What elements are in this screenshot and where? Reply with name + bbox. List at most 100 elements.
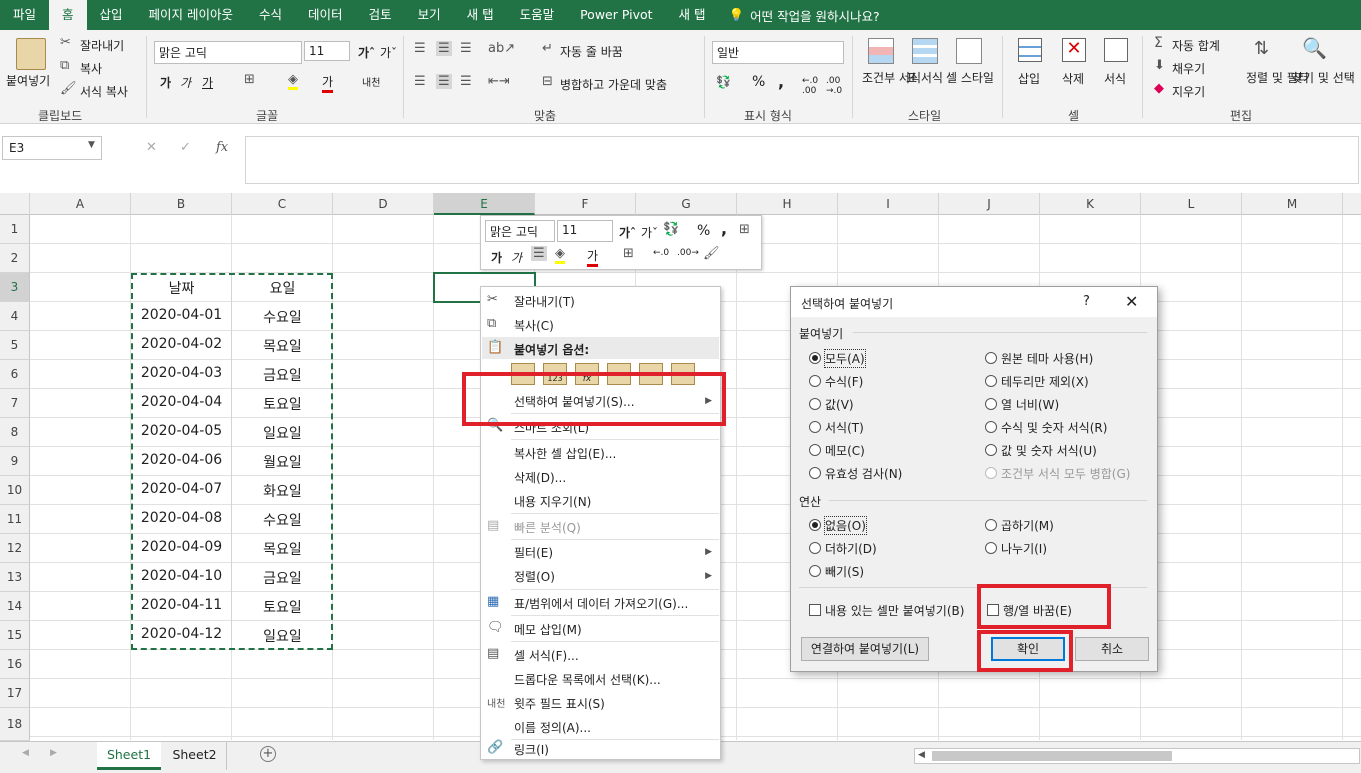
- radio-button[interactable]: [809, 542, 821, 554]
- column-header[interactable]: A: [30, 193, 131, 215]
- radio-label[interactable]: 유효성 검사(N): [825, 465, 902, 482]
- format-table-button[interactable]: 표 서식: [906, 70, 943, 86]
- scrollbar-thumb[interactable]: [932, 751, 1172, 761]
- table-cell-date[interactable]: 2020-04-03: [131, 365, 232, 381]
- table-cell-date[interactable]: 2020-04-05: [131, 423, 232, 439]
- radio-label[interactable]: 모두(A): [824, 349, 866, 368]
- table-cell-date[interactable]: 2020-04-12: [131, 626, 232, 642]
- radio-button[interactable]: [809, 398, 821, 410]
- menu-item-insert-copied[interactable]: 복사한 셀 삽입(E)...: [514, 445, 616, 462]
- mini-currency-icon[interactable]: 💱: [663, 222, 679, 237]
- table-cell-date[interactable]: 2020-04-10: [131, 568, 232, 584]
- radio-label[interactable]: 메모(C): [825, 442, 865, 459]
- percent-icon[interactable]: %: [752, 74, 765, 90]
- radio-button[interactable]: [985, 421, 997, 433]
- comma-icon[interactable]: ,: [778, 72, 784, 91]
- mini-increase-decimal-icon[interactable]: ←.0: [653, 248, 669, 258]
- column-header[interactable]: G: [636, 193, 737, 215]
- table-cell-weekday[interactable]: 일요일: [232, 626, 333, 646]
- align-bottom-icon[interactable]: ☰: [460, 41, 472, 56]
- insert-function-icon[interactable]: fx: [216, 140, 228, 155]
- mini-comma-icon[interactable]: ,: [721, 219, 727, 238]
- font-color-icon[interactable]: 가: [322, 73, 334, 93]
- tab-data[interactable]: 데이터: [295, 0, 356, 30]
- skip-blanks-label[interactable]: 내용 있는 셀만 붙여넣기(B): [825, 602, 964, 619]
- menu-item-delete[interactable]: 삭제(D)...: [514, 469, 566, 486]
- radio-label[interactable]: 나누기(I): [1001, 540, 1047, 557]
- table-cell-weekday[interactable]: 화요일: [232, 481, 333, 501]
- radio-button[interactable]: [809, 444, 821, 456]
- table-cell-date[interactable]: 2020-04-07: [131, 481, 232, 497]
- find-select-button[interactable]: 찾기 및 선택: [1292, 70, 1355, 86]
- paste-link-button[interactable]: 연결하여 붙여넣기(L): [801, 637, 929, 661]
- table-cell-weekday[interactable]: 금요일: [232, 365, 333, 385]
- close-icon[interactable]: ✕: [1125, 292, 1138, 311]
- radio-button[interactable]: [809, 519, 821, 531]
- tab-page-layout[interactable]: 페이지 레이아웃: [136, 0, 246, 30]
- tab-formulas[interactable]: 수식: [246, 0, 295, 30]
- menu-item-phonetic[interactable]: 윗주 필드 표시(S): [514, 695, 605, 712]
- scroll-left-icon[interactable]: ◀: [918, 750, 925, 760]
- next-sheet-icon[interactable]: ▶: [50, 748, 57, 758]
- menu-item-define-name[interactable]: 이름 정의(A)...: [514, 719, 591, 736]
- tab-new-tab-2[interactable]: 새 탭: [666, 0, 719, 30]
- name-box-dropdown-icon[interactable]: ▼: [88, 140, 95, 150]
- phonetic-icon[interactable]: 내천: [362, 74, 380, 89]
- table-cell-weekday[interactable]: 목요일: [232, 539, 333, 559]
- column-header[interactable]: H: [737, 193, 838, 215]
- tell-me-box[interactable]: 💡 어떤 작업을 원하시나요?: [719, 6, 880, 25]
- tab-help[interactable]: 도움말: [507, 0, 568, 30]
- border-icon[interactable]: ⊞: [244, 72, 255, 87]
- decrease-decimal-icon[interactable]: .00 →.0: [826, 76, 842, 96]
- add-sheet-icon[interactable]: +: [260, 746, 276, 762]
- insert-cells-button[interactable]: 삽입: [1018, 70, 1040, 87]
- copy-button[interactable]: 복사: [80, 60, 102, 77]
- menu-item-format-cells[interactable]: 셀 서식(F)...: [514, 647, 579, 664]
- increase-decimal-icon[interactable]: ←.0.00: [802, 76, 818, 96]
- row-header[interactable]: 1: [0, 215, 30, 244]
- radio-button[interactable]: [809, 421, 821, 433]
- font-size-select[interactable]: 11: [304, 41, 350, 61]
- table-cell-weekday[interactable]: 금요일: [232, 568, 333, 588]
- radio-label[interactable]: 테두리만 제외(X): [1001, 373, 1089, 390]
- radio-button[interactable]: [985, 352, 997, 364]
- name-box[interactable]: E3: [2, 136, 102, 160]
- paste-icon[interactable]: [16, 38, 46, 70]
- row-header[interactable]: 4: [0, 302, 30, 331]
- row-header[interactable]: 7: [0, 389, 30, 418]
- radio-label[interactable]: 서식(T): [825, 419, 864, 436]
- orientation-icon[interactable]: ab↗: [488, 41, 515, 56]
- radio-label[interactable]: 빼기(S): [825, 563, 864, 580]
- tab-review[interactable]: 검토: [356, 0, 405, 30]
- radio-button[interactable]: [985, 444, 997, 456]
- mini-font-select[interactable]: 맑은 고딕: [485, 220, 555, 242]
- column-header[interactable]: L: [1141, 193, 1242, 215]
- table-cell-date[interactable]: 2020-04-11: [131, 597, 232, 613]
- radio-label[interactable]: 수식(F): [825, 373, 863, 390]
- table-header-date[interactable]: 날짜: [131, 278, 232, 298]
- merge-center-button[interactable]: 병합하고 가운데 맞춤: [560, 76, 667, 93]
- formula-input[interactable]: [245, 136, 1359, 184]
- mini-format-painter-icon[interactable]: 🖌: [703, 246, 720, 261]
- radio-button[interactable]: [985, 398, 997, 410]
- radio-label[interactable]: 값 및 숫자 서식(U): [1001, 442, 1097, 459]
- radio-label[interactable]: 곱하기(M): [1001, 517, 1054, 534]
- column-header-selected[interactable]: E: [434, 193, 535, 215]
- shrink-font-icon[interactable]: 가ˇ: [380, 44, 397, 61]
- fill-color-icon[interactable]: ◈: [288, 72, 298, 90]
- mini-decrease-decimal-icon[interactable]: .00→: [677, 248, 699, 258]
- align-top-icon[interactable]: ☰: [414, 41, 426, 56]
- column-header[interactable]: B: [131, 193, 232, 215]
- row-header[interactable]: 17: [0, 679, 30, 708]
- sheet-tab[interactable]: Sheet2: [163, 742, 227, 770]
- cancel-button[interactable]: 취소: [1075, 637, 1149, 661]
- format-painter-button[interactable]: 서식 복사: [80, 83, 128, 100]
- radio-label[interactable]: 수식 및 숫자 서식(R): [1001, 419, 1107, 436]
- menu-item-insert-comment[interactable]: 메모 삽입(M): [514, 621, 582, 638]
- currency-icon[interactable]: 💱: [716, 75, 731, 89]
- radio-button[interactable]: [809, 565, 821, 577]
- row-header[interactable]: 14: [0, 592, 30, 621]
- table-cell-weekday[interactable]: 일요일: [232, 423, 333, 443]
- table-header-weekday[interactable]: 요일: [232, 278, 333, 298]
- radio-button[interactable]: [809, 375, 821, 387]
